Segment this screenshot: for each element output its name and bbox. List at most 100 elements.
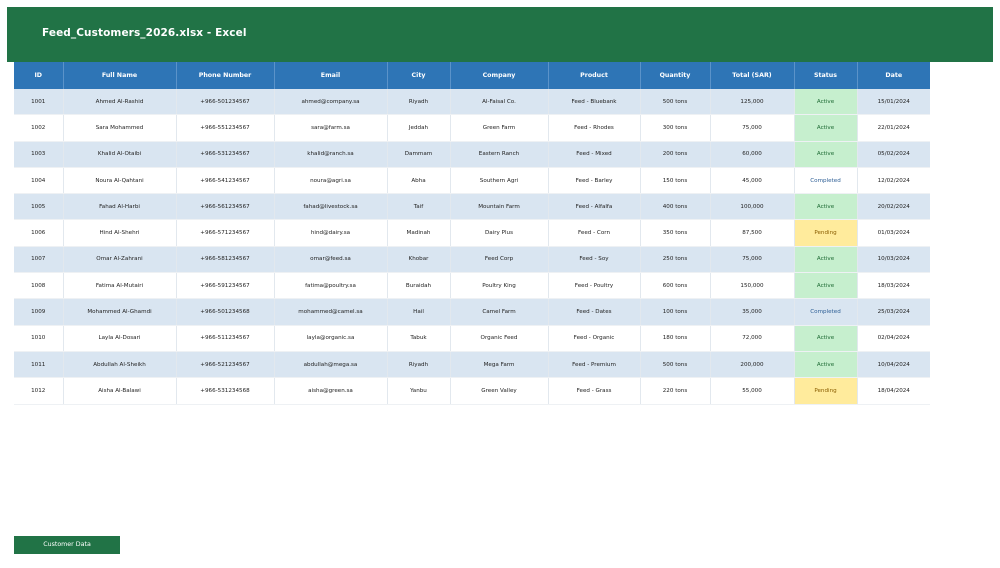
cell-full-name[interactable]: Sara Mohammed xyxy=(63,114,177,142)
cell-id[interactable]: 1004 xyxy=(14,167,64,195)
cell-company[interactable]: Organic Feed xyxy=(450,325,549,352)
cell-phone-number[interactable]: +966-551234567 xyxy=(176,114,275,142)
cell-city[interactable]: Taif xyxy=(387,193,451,221)
cell-email[interactable]: sara@farm.sa xyxy=(274,114,388,142)
cell-date[interactable]: 10/03/2024 xyxy=(857,246,930,274)
cell-full-name[interactable]: Mohammed Al-Ghamdi xyxy=(63,298,177,326)
cell-company[interactable]: Green Valley xyxy=(450,377,549,405)
cell-product[interactable]: Feed - Alfalfa xyxy=(548,193,641,221)
cell-phone-number[interactable]: +966-531234568 xyxy=(176,377,275,405)
cell-id[interactable]: 1005 xyxy=(14,193,64,221)
sheet-tab-customer-data[interactable]: Customer Data xyxy=(14,536,120,554)
cell-status[interactable]: Active xyxy=(794,325,858,352)
cell-product[interactable]: Feed - Barley xyxy=(548,167,641,195)
cell-city[interactable]: Madinah xyxy=(387,219,451,247)
cell-email[interactable]: ahmed@company.sa xyxy=(274,89,388,116)
cell-company[interactable]: Al-Faisal Co. xyxy=(450,89,549,116)
cell-company[interactable]: Feed Corp xyxy=(450,246,549,274)
cell-date[interactable]: 01/03/2024 xyxy=(857,219,930,247)
cell-phone-number[interactable]: +966-531234567 xyxy=(176,141,275,168)
cell-id[interactable]: 1010 xyxy=(14,325,64,352)
cell-quantity[interactable]: 600 tons xyxy=(640,272,711,300)
cell-company[interactable]: Poultry King xyxy=(450,272,549,300)
cell-id[interactable]: 1007 xyxy=(14,246,64,274)
cell-city[interactable]: Abha xyxy=(387,167,451,195)
cell-total[interactable]: 35,000 xyxy=(710,298,795,326)
cell-city[interactable]: Yanbu xyxy=(387,377,451,405)
cell-total[interactable]: 72,000 xyxy=(710,325,795,352)
cell-date[interactable]: 25/03/2024 xyxy=(857,298,930,326)
cell-id[interactable]: 1001 xyxy=(14,89,64,116)
cell-product[interactable]: Feed - Organic xyxy=(548,325,641,352)
cell-quantity[interactable]: 220 tons xyxy=(640,377,711,405)
cell-full-name[interactable]: Hind Al-Shehri xyxy=(63,219,177,247)
cell-phone-number[interactable]: +966-521234567 xyxy=(176,351,275,379)
cell-full-name[interactable]: Layla Al-Dosari xyxy=(63,325,177,352)
cell-city[interactable]: Khobar xyxy=(387,246,451,274)
cell-email[interactable]: abdullah@mega.sa xyxy=(274,351,388,379)
cell-quantity[interactable]: 150 tons xyxy=(640,167,711,195)
cell-phone-number[interactable]: +966-591234567 xyxy=(176,272,275,300)
cell-product[interactable]: Feed - Dates xyxy=(548,298,641,326)
cell-email[interactable]: layla@organic.sa xyxy=(274,325,388,352)
cell-city[interactable]: Tabuk xyxy=(387,325,451,352)
cell-id[interactable]: 1003 xyxy=(14,141,64,168)
column-header-phone-number[interactable]: Phone Number xyxy=(176,62,275,89)
cell-quantity[interactable]: 500 tons xyxy=(640,89,711,116)
cell-company[interactable]: Green Farm xyxy=(450,114,549,142)
cell-quantity[interactable]: 250 tons xyxy=(640,246,711,274)
cell-quantity[interactable]: 200 tons xyxy=(640,141,711,168)
cell-status[interactable]: Active xyxy=(794,114,858,142)
column-header-city[interactable]: City xyxy=(387,62,451,89)
cell-date[interactable]: 18/03/2024 xyxy=(857,272,930,300)
cell-status[interactable]: Active xyxy=(794,272,858,300)
cell-date[interactable]: 10/04/2024 xyxy=(857,351,930,379)
cell-phone-number[interactable]: +966-581234567 xyxy=(176,246,275,274)
cell-phone-number[interactable]: +966-501234567 xyxy=(176,89,275,116)
cell-product[interactable]: Feed - Grass xyxy=(548,377,641,405)
cell-id[interactable]: 1002 xyxy=(14,114,64,142)
cell-id[interactable]: 1008 xyxy=(14,272,64,300)
cell-product[interactable]: Feed - Rhodes xyxy=(548,114,641,142)
cell-email[interactable]: khalid@ranch.sa xyxy=(274,141,388,168)
cell-total[interactable]: 125,000 xyxy=(710,89,795,116)
cell-company[interactable]: Mega Farm xyxy=(450,351,549,379)
cell-email[interactable]: hind@dairy.sa xyxy=(274,219,388,247)
cell-product[interactable]: Feed - Premium xyxy=(548,351,641,379)
cell-total[interactable]: 55,000 xyxy=(710,377,795,405)
cell-city[interactable]: Buraidah xyxy=(387,272,451,300)
cell-status[interactable]: Active xyxy=(794,246,858,274)
cell-company[interactable]: Dairy Plus xyxy=(450,219,549,247)
cell-city[interactable]: Dammam xyxy=(387,141,451,168)
cell-total[interactable]: 75,000 xyxy=(710,114,795,142)
cell-quantity[interactable]: 300 tons xyxy=(640,114,711,142)
column-header-email[interactable]: Email xyxy=(274,62,388,89)
cell-city[interactable]: Hail xyxy=(387,298,451,326)
column-header-date[interactable]: Date xyxy=(857,62,930,89)
cell-date[interactable]: 02/04/2024 xyxy=(857,325,930,352)
cell-phone-number[interactable]: +966-511234567 xyxy=(176,325,275,352)
cell-status[interactable]: Pending xyxy=(794,219,858,247)
cell-email[interactable]: noura@agri.sa xyxy=(274,167,388,195)
cell-company[interactable]: Eastern Ranch xyxy=(450,141,549,168)
cell-full-name[interactable]: Fahad Al-Harbi xyxy=(63,193,177,221)
cell-email[interactable]: omar@feed.sa xyxy=(274,246,388,274)
cell-email[interactable]: fatima@poultry.sa xyxy=(274,272,388,300)
cell-status[interactable]: Active xyxy=(794,351,858,379)
cell-company[interactable]: Mountain Farm xyxy=(450,193,549,221)
cell-quantity[interactable]: 180 tons xyxy=(640,325,711,352)
cell-status[interactable]: Completed xyxy=(794,298,858,326)
cell-city[interactable]: Riyadh xyxy=(387,351,451,379)
cell-full-name[interactable]: Fatima Al-Mutairi xyxy=(63,272,177,300)
cell-status[interactable]: Active xyxy=(794,193,858,221)
cell-id[interactable]: 1006 xyxy=(14,219,64,247)
cell-company[interactable]: Camel Farm xyxy=(450,298,549,326)
cell-full-name[interactable]: Ahmed Al-Rashid xyxy=(63,89,177,116)
column-header-id[interactable]: ID xyxy=(14,62,64,89)
cell-date[interactable]: 18/04/2024 xyxy=(857,377,930,405)
cell-quantity[interactable]: 350 tons xyxy=(640,219,711,247)
column-header-full-name[interactable]: Full Name xyxy=(63,62,177,89)
cell-phone-number[interactable]: +966-501234568 xyxy=(176,298,275,326)
cell-email[interactable]: mohammed@camel.sa xyxy=(274,298,388,326)
column-header-total-sar[interactable]: Total (SAR) xyxy=(710,62,795,89)
